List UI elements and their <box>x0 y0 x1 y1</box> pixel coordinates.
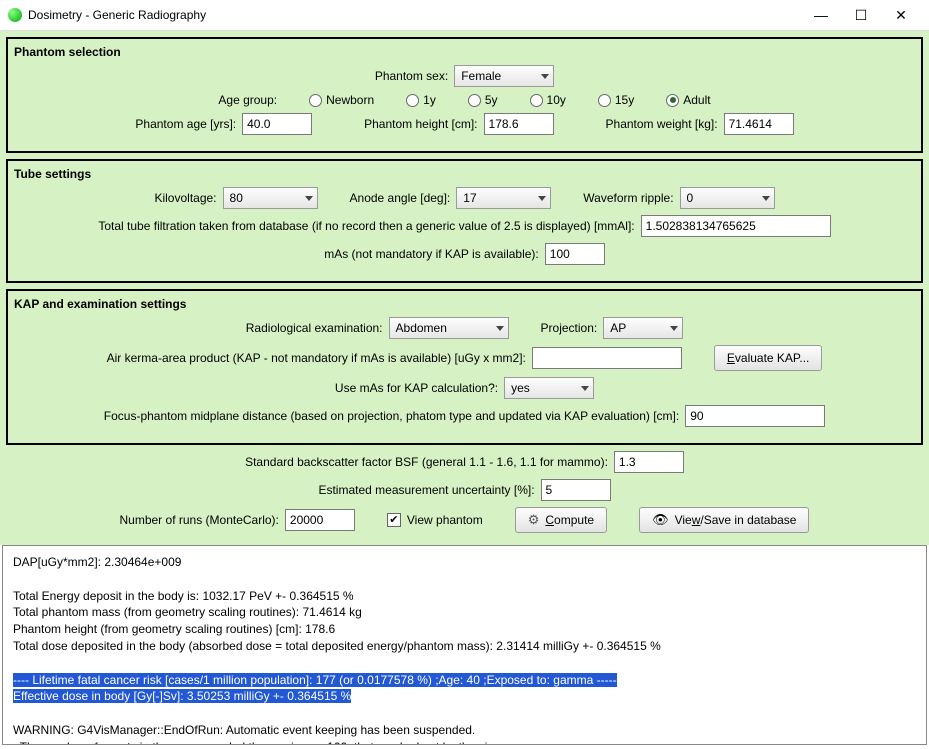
unc-label: Estimated measurement uncertainty [%]: <box>318 483 534 497</box>
chevron-down-icon <box>670 326 678 331</box>
fpd-label: Focus-phantom midplane distance (based o… <box>104 409 679 423</box>
radio-newborn[interactable]: Newborn <box>309 93 374 107</box>
phantom-weight-label: Phantom weight [kg]: <box>606 117 718 131</box>
kv-select[interactable]: 80 <box>223 187 318 209</box>
use-mas-label: Use mAs for KAP calculation?: <box>335 381 498 395</box>
log-line-highlight: ---- Lifetime fatal cancer risk [cases/1… <box>13 673 617 687</box>
gear-icon <box>528 512 540 528</box>
log-line-highlight: Effective dose in body [Gy[-]Sv]: 3.5025… <box>13 689 351 703</box>
close-button[interactable]: ✕ <box>881 4 921 26</box>
view-save-button[interactable]: View/Save in database <box>639 507 809 533</box>
radio-15y[interactable]: 15y <box>598 93 634 107</box>
bsf-label: Standard backscatter factor BSF (general… <box>245 455 608 469</box>
ripple-label: Waveform ripple: <box>583 191 673 205</box>
view-phantom-label: View phantom <box>407 513 483 527</box>
titlebar: Dosimetry - Generic Radiography — ☐ ✕ <box>0 0 929 31</box>
anode-label: Anode angle [deg]: <box>350 191 451 205</box>
anode-select[interactable]: 17 <box>456 187 551 209</box>
phantom-sex-value: Female <box>461 69 501 83</box>
chevron-down-icon <box>496 326 504 331</box>
log-line: Total dose deposited in the body (absorb… <box>13 639 661 653</box>
use-mas-select[interactable]: yes <box>504 377 594 399</box>
maximize-button[interactable]: ☐ <box>841 4 881 26</box>
proj-select[interactable]: AP <box>603 317 683 339</box>
log-line: DAP[uGy*mm2]: 2.30464e+009 <box>13 555 181 569</box>
group-tube-title: Tube settings <box>14 167 911 181</box>
ripple-select[interactable]: 0 <box>680 187 775 209</box>
chevron-down-icon <box>538 196 546 201</box>
log-line: WARNING: G4VisManager::EndOfRun: Automat… <box>13 723 475 737</box>
eye-icon <box>652 512 669 528</box>
view-phantom-checkbox[interactable]: ✔ <box>387 513 401 527</box>
radio-adult[interactable]: Adult <box>666 93 710 107</box>
radio-5y[interactable]: 5y <box>468 93 498 107</box>
runs-label: Number of runs (MonteCarlo): <box>120 513 279 527</box>
filtration-input[interactable] <box>641 215 831 237</box>
minimize-button[interactable]: — <box>801 4 841 26</box>
chevron-down-icon <box>762 196 770 201</box>
chevron-down-icon <box>305 196 313 201</box>
mas-label: mAs (not mandatory if KAP is available): <box>324 247 539 261</box>
unc-input[interactable] <box>541 479 611 501</box>
group-phantom-title: Phantom selection <box>14 45 911 59</box>
phantom-weight-input[interactable] <box>724 113 794 135</box>
evaluate-kap-text: valuate KAP... <box>735 351 810 365</box>
group-tube: Tube settings Kilovoltage: 80 Anode angl… <box>6 159 923 283</box>
filtration-label: Total tube filtration taken from databas… <box>98 219 634 233</box>
chevron-down-icon <box>541 74 549 79</box>
output-log[interactable]: DAP[uGy*mm2]: 2.30464e+009 Total Energy … <box>2 545 927 745</box>
log-line: Phantom height (from geometry scaling ro… <box>13 622 335 636</box>
group-kap-title: KAP and examination settings <box>14 297 911 311</box>
main-content: Phantom selection Phantom sex: Female Ag… <box>0 31 929 545</box>
compute-button[interactable]: Compute <box>515 507 607 533</box>
log-line: Total Energy deposit in the body is: 103… <box>13 589 354 603</box>
radio-10y[interactable]: 10y <box>530 93 566 107</box>
age-group-label: Age group: <box>218 93 277 107</box>
phantom-sex-label: Phantom sex: <box>375 69 448 83</box>
log-line: The number of events in the run exceeded… <box>13 740 547 745</box>
bsf-input[interactable] <box>614 451 684 473</box>
group-kap: KAP and examination settings Radiologica… <box>6 289 923 445</box>
evaluate-kap-button[interactable]: Evaluate KAP... <box>714 345 823 371</box>
group-phantom: Phantom selection Phantom sex: Female Ag… <box>6 37 923 153</box>
kap-value-input[interactable] <box>532 347 682 369</box>
phantom-height-input[interactable] <box>484 113 554 135</box>
kap-value-label: Air kerma-area product (KAP - not mandat… <box>107 351 526 365</box>
phantom-age-input[interactable] <box>242 113 312 135</box>
phantom-sex-select[interactable]: Female <box>454 65 554 87</box>
chevron-down-icon <box>581 386 589 391</box>
exam-label: Radiological examination: <box>246 321 383 335</box>
window-title: Dosimetry - Generic Radiography <box>28 8 801 22</box>
app-icon <box>8 8 22 22</box>
mas-input[interactable] <box>545 243 605 265</box>
phantom-age-label: Phantom age [yrs]: <box>135 117 236 131</box>
proj-label: Projection: <box>541 321 598 335</box>
log-line: Total phantom mass (from geometry scalin… <box>13 605 362 619</box>
radio-1y[interactable]: 1y <box>406 93 436 107</box>
runs-input[interactable] <box>285 509 355 531</box>
kv-label: Kilovoltage: <box>154 191 216 205</box>
fpd-input[interactable] <box>685 405 825 427</box>
exam-select[interactable]: Abdomen <box>389 317 509 339</box>
phantom-height-label: Phantom height [cm]: <box>364 117 477 131</box>
